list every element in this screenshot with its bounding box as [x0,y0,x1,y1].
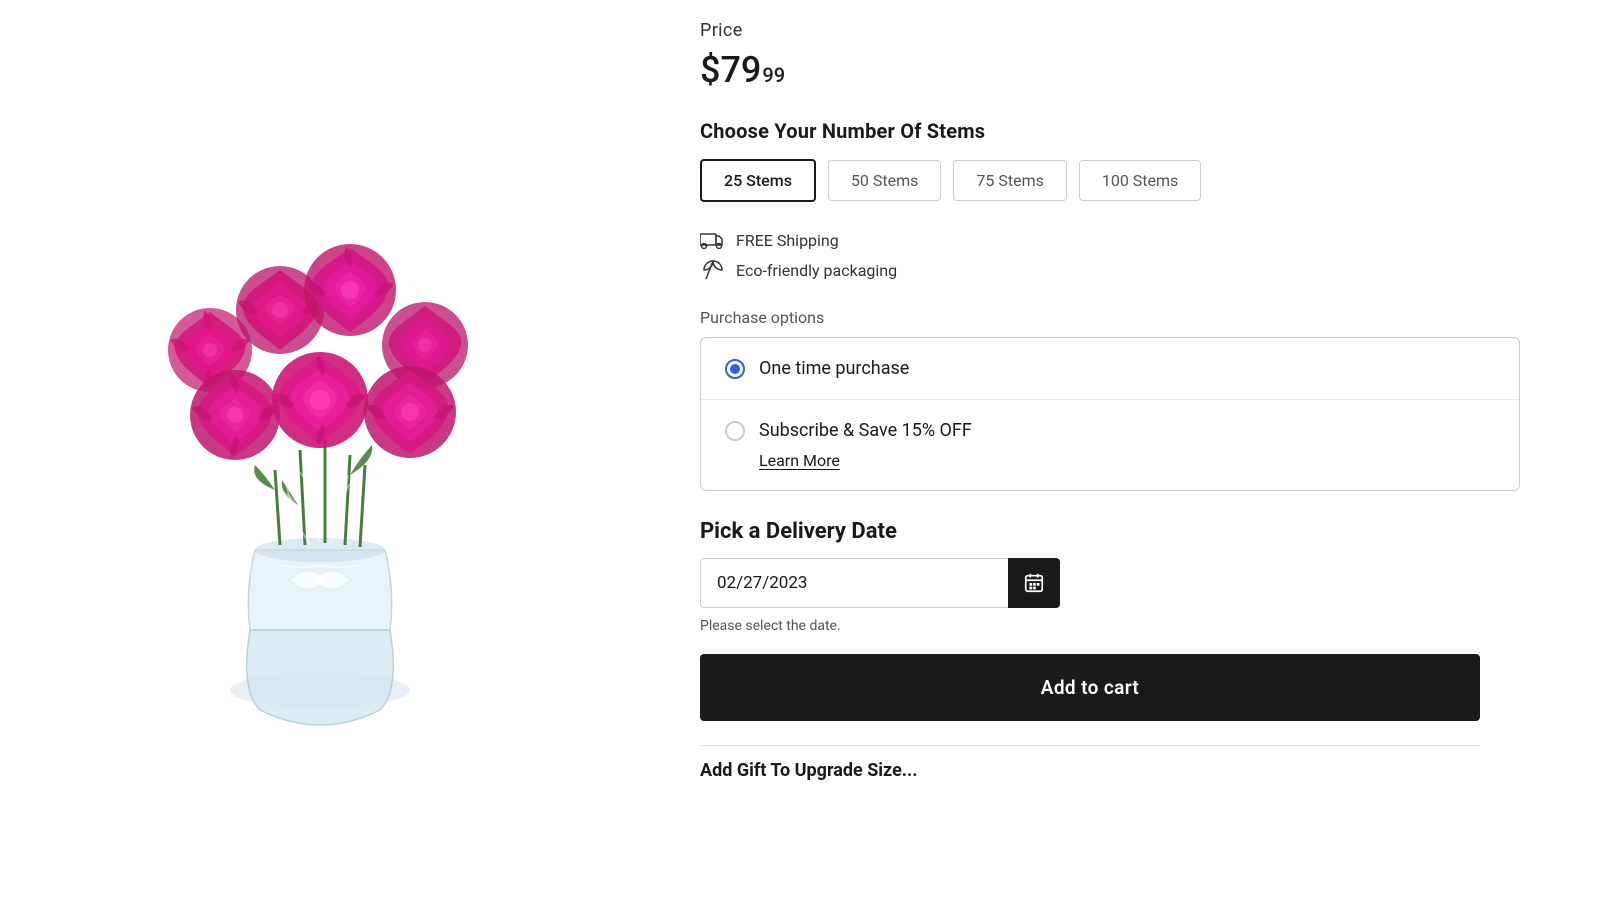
price-value: $7999 [700,49,1520,91]
price-cents: 99 [762,63,785,87]
subscribe-row-inner: Subscribe & Save 15% OFF [725,420,972,441]
radio-subscribe[interactable] [725,421,745,441]
delivery-label: Pick a Delivery Date [700,519,1520,544]
stem-option-100[interactable]: 100 Stems [1079,160,1201,201]
eco-packaging-text: Eco-friendly packaging [736,261,897,280]
price-label: Price [700,20,1520,41]
calendar-icon [1023,572,1045,594]
bottom-divider [700,745,1480,746]
radio-one-time[interactable] [725,359,745,379]
purchase-options-box: One time purchase Subscribe & Save 15% O… [700,337,1520,491]
feature-free-shipping: FREE Shipping [700,230,1520,250]
date-input-row [700,558,1060,608]
stem-option-75[interactable]: 75 Stems [953,160,1066,201]
purchase-options-label: Purchase options [700,308,1520,327]
learn-more-link[interactable]: Learn More [759,451,840,470]
calendar-button[interactable] [1008,558,1060,608]
date-hint: Please select the date. [700,618,1520,634]
add-to-cart-button[interactable]: Add to cart [700,654,1480,721]
price-main: $79 [700,49,761,91]
one-time-label: One time purchase [759,358,909,379]
product-image-section [0,0,640,900]
purchase-option-subscribe[interactable]: Subscribe & Save 15% OFF Learn More [701,400,1519,490]
stem-option-50[interactable]: 50 Stems [828,160,941,201]
product-image [80,150,560,750]
product-details-section: Price $7999 Choose Your Number Of Stems … [640,0,1600,900]
delivery-date-input[interactable] [700,558,1008,608]
product-image-container [60,20,580,880]
subscribe-label: Subscribe & Save 15% OFF [759,420,972,441]
purchase-option-one-time[interactable]: One time purchase [701,338,1519,400]
bottom-section-label: Add Gift To Upgrade Size... [700,760,1520,781]
page-container: Price $7999 Choose Your Number Of Stems … [0,0,1600,900]
truck-icon [700,230,726,250]
stem-option-25[interactable]: 25 Stems [700,159,816,202]
free-shipping-text: FREE Shipping [736,231,839,250]
leaf-icon [700,260,726,280]
stems-options: 25 Stems 50 Stems 75 Stems 100 Stems [700,159,1520,202]
features-list: FREE Shipping Eco-friendly packaging [700,230,1520,280]
stems-section-label: Choose Your Number Of Stems [700,119,1520,143]
feature-eco-packaging: Eco-friendly packaging [700,260,1520,280]
